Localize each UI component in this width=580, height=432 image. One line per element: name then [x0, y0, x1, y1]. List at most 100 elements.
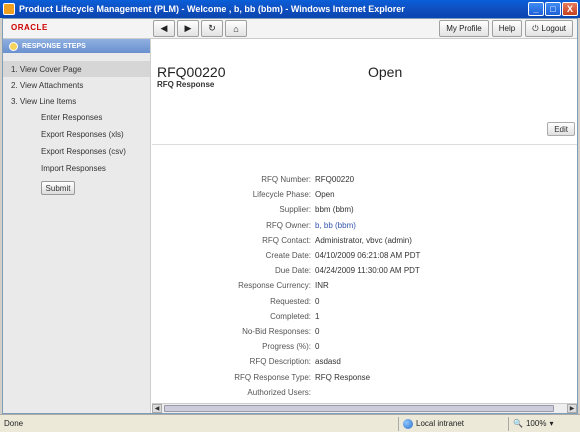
field-value: INR — [315, 281, 329, 291]
substep-enter-responses[interactable]: Enter Responses — [3, 109, 150, 126]
field-label: Completed: — [270, 311, 311, 321]
field-label: Authorized Users: — [247, 387, 311, 397]
close-button[interactable]: X — [562, 2, 578, 16]
status-text: Done — [4, 419, 24, 428]
forward-icon: ▶ — [184, 23, 192, 33]
scroll-left-icon[interactable]: ◀ — [152, 404, 162, 413]
refresh-button[interactable]: ↻ — [201, 20, 223, 37]
step-view-attachments[interactable]: 2. View Attachments — [3, 77, 150, 93]
page-title: RFQ00220 — [157, 64, 226, 80]
page-subtitle: RFQ Response — [157, 80, 215, 89]
substep-export-csv[interactable]: Export Responses (csv) — [3, 143, 150, 160]
field-value: Open — [315, 190, 335, 200]
field-label: Response Currency: — [238, 281, 311, 291]
zoom-control[interactable]: 🔍 100% ▾ — [508, 416, 576, 431]
field-label: Progress (%): — [262, 342, 311, 352]
field-row: Response Currency: INR — [152, 278, 577, 293]
field-row: Completed: 1 — [152, 309, 577, 324]
rfq-main-panel: RFQ00220 RFQ Response Open Edit RFQ Numb… — [152, 39, 577, 403]
field-row: RFQ Owner: b, bb (bbm) — [152, 218, 577, 233]
field-row: RFQ Contact: Administrator, vbvc (admin) — [152, 233, 577, 248]
back-icon: ◀ — [160, 23, 168, 33]
steps-title: RESPONSE STEPS — [22, 42, 86, 50]
field-value: 04/24/2009 11:30:00 AM PDT — [315, 266, 420, 276]
my-profile-button[interactable]: My Profile — [439, 20, 489, 37]
field-label: Due Date: — [274, 266, 311, 276]
field-row: Create Date: 04/10/2009 06:21:08 AM PDT — [152, 248, 577, 263]
field-value: 0 — [315, 296, 320, 306]
window-controls: _ □ X — [528, 2, 578, 16]
refresh-icon: ↻ — [208, 23, 216, 33]
field-row: Progress (%): 0 — [152, 339, 577, 354]
field-label: Requested: — [270, 296, 311, 306]
minimize-button[interactable]: _ — [528, 2, 544, 16]
app-header: ORACLE ◀ ▶ ↻ ⌂ My Profile Help ⏻ Logout — [3, 19, 577, 39]
status-label: Open — [368, 64, 403, 80]
browser-content: ORACLE ◀ ▶ ↻ ⌂ My Profile Help ⏻ Logout … — [2, 18, 578, 414]
field-row: RFQ Description: asdasd — [152, 354, 577, 369]
divider — [152, 144, 577, 145]
field-row: Supplier: bbm (bbm) — [152, 202, 577, 217]
help-button[interactable]: Help — [491, 20, 523, 37]
field-value: 0 — [315, 326, 320, 336]
window-title: Product Lifecycle Management (PLM) - Wel… — [19, 4, 405, 14]
globe-icon — [403, 418, 413, 429]
window-titlebar: Product Lifecycle Management (PLM) - Wel… — [0, 0, 580, 18]
field-row: Due Date: 04/24/2009 11:30:00 AM PDT — [152, 263, 577, 278]
field-row: Lifecycle Phase: Open — [152, 187, 577, 202]
field-label: RFQ Description: — [249, 357, 311, 367]
field-label: RFQ Number: — [261, 175, 311, 185]
field-value: 1 — [315, 311, 320, 321]
field-row: No-Bid Responses: 0 — [152, 324, 577, 339]
steps-header: RESPONSE STEPS — [3, 39, 150, 53]
field-row: Authorized Users: — [152, 385, 577, 400]
home-button[interactable]: ⌂ — [225, 20, 247, 37]
step-view-cover-page[interactable]: 1. View Cover Page — [3, 61, 150, 77]
rfq-fields: RFQ Number: RFQ00220 Lifecycle Phase: Open… — [152, 172, 577, 400]
zone-indicator: Local intranet — [398, 416, 508, 431]
logout-button[interactable]: ⏻ Logout — [525, 20, 573, 37]
field-label: Lifecycle Phase: — [252, 190, 311, 200]
power-icon: ⏻ — [532, 23, 539, 33]
field-value: RFQ00220 — [315, 175, 355, 185]
field-value: Administrator, vbvc (admin) — [315, 235, 412, 245]
home-icon: ⌂ — [233, 23, 239, 34]
rfq-owner-link[interactable]: b, bb (bbm) — [315, 221, 356, 230]
field-row: RFQ Number: RFQ00220 — [152, 172, 577, 187]
field-label: Supplier: — [279, 205, 311, 215]
step-view-line-items[interactable]: 3. View Line Items — [3, 93, 150, 109]
zone-label: Local intranet — [416, 419, 465, 428]
nav-buttons: ◀ ▶ ↻ ⌂ — [153, 20, 247, 37]
field-value: asdasd — [315, 357, 341, 367]
ie-app-icon — [3, 3, 15, 15]
oracle-logo: ORACLE — [11, 23, 48, 32]
header-actions: My Profile Help ⏻ Logout — [439, 20, 573, 37]
horizontal-scrollbar[interactable]: ◀ ▶ — [152, 403, 577, 413]
field-label: No-Bid Responses: — [242, 326, 311, 336]
scroll-thumb[interactable] — [164, 405, 554, 412]
field-value: bbm (bbm) — [315, 205, 354, 215]
field-value: RFQ Response — [315, 372, 371, 382]
field-value: 0 — [315, 342, 320, 352]
substep-export-xls[interactable]: Export Responses (xls) — [3, 126, 150, 143]
chevron-down-icon: ▾ — [549, 419, 554, 428]
steps-icon — [9, 41, 18, 51]
field-label: RFQ Contact: — [262, 235, 311, 245]
magnifier-icon: 🔍 — [513, 419, 523, 428]
scroll-right-icon[interactable]: ▶ — [567, 404, 577, 413]
zoom-value: 100% — [525, 419, 547, 428]
back-button[interactable]: ◀ — [153, 20, 175, 37]
response-steps-panel: RESPONSE STEPS 1. View Cover Page 2. Vie… — [3, 39, 151, 413]
substep-import-responses[interactable]: Import Responses — [3, 160, 150, 177]
field-value: 04/10/2009 06:21:08 AM PDT — [315, 251, 421, 261]
field-row: Requested: 0 — [152, 294, 577, 309]
maximize-button[interactable]: □ — [545, 2, 561, 16]
submit-button[interactable]: Submit — [41, 181, 75, 195]
status-bar: Done Local intranet 🔍 100% ▾ — [0, 414, 580, 432]
forward-button[interactable]: ▶ — [177, 20, 199, 37]
field-label: RFQ Owner: — [266, 220, 311, 230]
edit-button[interactable]: Edit — [547, 122, 575, 136]
field-label: Create Date: — [265, 251, 311, 261]
logout-label: Logout — [541, 24, 566, 33]
field-row: RFQ Response Type: RFQ Response — [152, 369, 577, 384]
